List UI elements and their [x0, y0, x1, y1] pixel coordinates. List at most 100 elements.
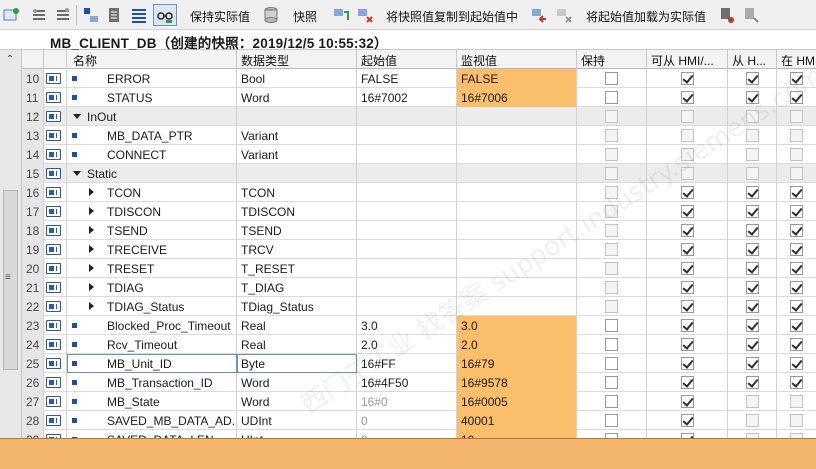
- cell-name[interactable]: InOut: [67, 107, 237, 126]
- download-db-icon[interactable]: [718, 6, 736, 24]
- cell-name[interactable]: MB_DATA_PTR: [67, 126, 237, 145]
- checkbox[interactable]: [681, 338, 694, 351]
- expand-all-icon[interactable]: [82, 6, 100, 24]
- cell-datatype[interactable]: Variant: [237, 126, 357, 145]
- cell-name[interactable]: STATUS: [67, 88, 237, 107]
- table-row[interactable]: 11 STATUS Word 16#7002 16#7006: [22, 88, 816, 107]
- checkbox[interactable]: [605, 91, 618, 104]
- table-row[interactable]: 14 CONNECT Variant: [22, 145, 816, 164]
- cell-start-value[interactable]: 0: [357, 411, 457, 430]
- cell-datatype[interactable]: Variant: [237, 145, 357, 164]
- checkbox[interactable]: [790, 281, 803, 294]
- cell-name[interactable]: TRESET: [67, 259, 237, 278]
- table-row[interactable]: 19 TRECEIVE TRCV: [22, 240, 816, 259]
- expand-icon[interactable]: [89, 207, 94, 215]
- table-row[interactable]: 21 TDIAG T_DIAG: [22, 278, 816, 297]
- add-row-icon[interactable]: [54, 6, 72, 24]
- cell-datatype[interactable]: UInt: [237, 430, 357, 438]
- insert-row-icon[interactable]: [30, 6, 48, 24]
- load-start-icon[interactable]: [530, 6, 548, 24]
- checkbox[interactable]: [746, 91, 759, 104]
- cell-start-value[interactable]: 2.0: [357, 335, 457, 354]
- column-header-name[interactable]: 名称: [67, 50, 237, 69]
- table-row[interactable]: 12 InOut: [22, 107, 816, 126]
- checkbox[interactable]: [790, 243, 803, 256]
- table-row[interactable]: 15 Static: [22, 164, 816, 183]
- checkbox[interactable]: [681, 319, 694, 332]
- checkbox[interactable]: [681, 262, 694, 275]
- cell-datatype[interactable]: TSEND: [237, 221, 357, 240]
- table-row[interactable]: 27 MB_State Word 16#0 16#0005: [22, 392, 816, 411]
- checkbox[interactable]: [790, 262, 803, 275]
- cell-datatype[interactable]: T_DIAG: [237, 278, 357, 297]
- database-icon[interactable]: [262, 6, 280, 24]
- checkbox[interactable]: [746, 205, 759, 218]
- checkbox[interactable]: [746, 357, 759, 370]
- cell-datatype[interactable]: Byte: [237, 354, 357, 373]
- checkbox[interactable]: [790, 205, 803, 218]
- cell-name[interactable]: MB_State: [67, 392, 237, 411]
- snapshot-to-start-icon[interactable]: [332, 6, 350, 24]
- checkbox[interactable]: [790, 224, 803, 237]
- cell-datatype[interactable]: T_RESET: [237, 259, 357, 278]
- cell-name[interactable]: SAVED_MB_DATA_AD...: [67, 411, 237, 430]
- cell-start-value[interactable]: 16#0: [357, 392, 457, 411]
- table-row[interactable]: 20 TRESET T_RESET: [22, 259, 816, 278]
- checkbox[interactable]: [790, 186, 803, 199]
- column-header-monitor-value[interactable]: 监视值: [457, 50, 577, 69]
- checkbox[interactable]: [746, 243, 759, 256]
- cell-name[interactable]: Rcv_Timeout: [67, 335, 237, 354]
- column-header-hmi-writable[interactable]: 从 H...: [728, 50, 777, 69]
- cell-start-value[interactable]: [357, 202, 457, 221]
- cell-datatype[interactable]: Word: [237, 373, 357, 392]
- cell-name[interactable]: MB_Unit_ID: [67, 354, 237, 373]
- cell-start-value[interactable]: 16#7002: [357, 88, 457, 107]
- checkbox[interactable]: [605, 376, 618, 389]
- checkbox[interactable]: [790, 72, 803, 85]
- cell-name[interactable]: SAVED_DATA_LEN: [67, 430, 237, 438]
- cell-name[interactable]: TRECEIVE: [67, 240, 237, 259]
- load-start-disabled-icon[interactable]: [555, 6, 573, 24]
- cell-start-value[interactable]: [357, 183, 457, 202]
- table-row[interactable]: 25 MB_Unit_ID Byte 16#FF 16#79: [22, 354, 816, 373]
- checkbox[interactable]: [681, 205, 694, 218]
- table-row[interactable]: 18 TSEND TSEND: [22, 221, 816, 240]
- checkbox[interactable]: [746, 72, 759, 85]
- cell-datatype[interactable]: TRCV: [237, 240, 357, 259]
- collapse-icon[interactable]: [73, 171, 81, 176]
- table-row[interactable]: 24 Rcv_Timeout Real 2.0 2.0: [22, 335, 816, 354]
- table-row[interactable]: 22 TDIAG_Status TDiag_Status: [22, 297, 816, 316]
- checkbox[interactable]: [681, 414, 694, 427]
- checkbox[interactable]: [746, 281, 759, 294]
- cell-datatype[interactable]: Word: [237, 392, 357, 411]
- expand-icon[interactable]: [89, 264, 94, 272]
- cell-name[interactable]: CONNECT: [67, 145, 237, 164]
- checkbox[interactable]: [605, 414, 618, 427]
- checkbox[interactable]: [605, 395, 618, 408]
- table-row[interactable]: 17 TDISCON TDISCON: [22, 202, 816, 221]
- cell-start-value[interactable]: [357, 126, 457, 145]
- checkbox[interactable]: [681, 186, 694, 199]
- collapse-all-icon[interactable]: [106, 6, 124, 24]
- checkbox[interactable]: [605, 319, 618, 332]
- table-row[interactable]: 26 MB_Transaction_ID Word 16#4F50 16#9578: [22, 373, 816, 392]
- checkbox[interactable]: [681, 224, 694, 237]
- checkbox[interactable]: [746, 186, 759, 199]
- refresh-icon[interactable]: [2, 6, 20, 24]
- cell-datatype[interactable]: Word: [237, 88, 357, 107]
- table-row[interactable]: 13 MB_DATA_PTR Variant: [22, 126, 816, 145]
- checkbox[interactable]: [681, 243, 694, 256]
- cell-start-value[interactable]: [357, 145, 457, 164]
- checkbox[interactable]: [681, 91, 694, 104]
- cell-start-value[interactable]: [357, 278, 457, 297]
- checkbox[interactable]: [605, 72, 618, 85]
- checkbox[interactable]: [605, 357, 618, 370]
- cell-start-value[interactable]: 3.0: [357, 316, 457, 335]
- cell-name[interactable]: MB_Transaction_ID: [67, 373, 237, 392]
- column-header-datatype[interactable]: 数据类型: [237, 50, 357, 69]
- column-header-retain[interactable]: 保持: [577, 50, 647, 69]
- expand-icon[interactable]: [89, 302, 94, 310]
- checkbox[interactable]: [790, 91, 803, 104]
- checkbox[interactable]: [605, 338, 618, 351]
- checkbox[interactable]: [681, 376, 694, 389]
